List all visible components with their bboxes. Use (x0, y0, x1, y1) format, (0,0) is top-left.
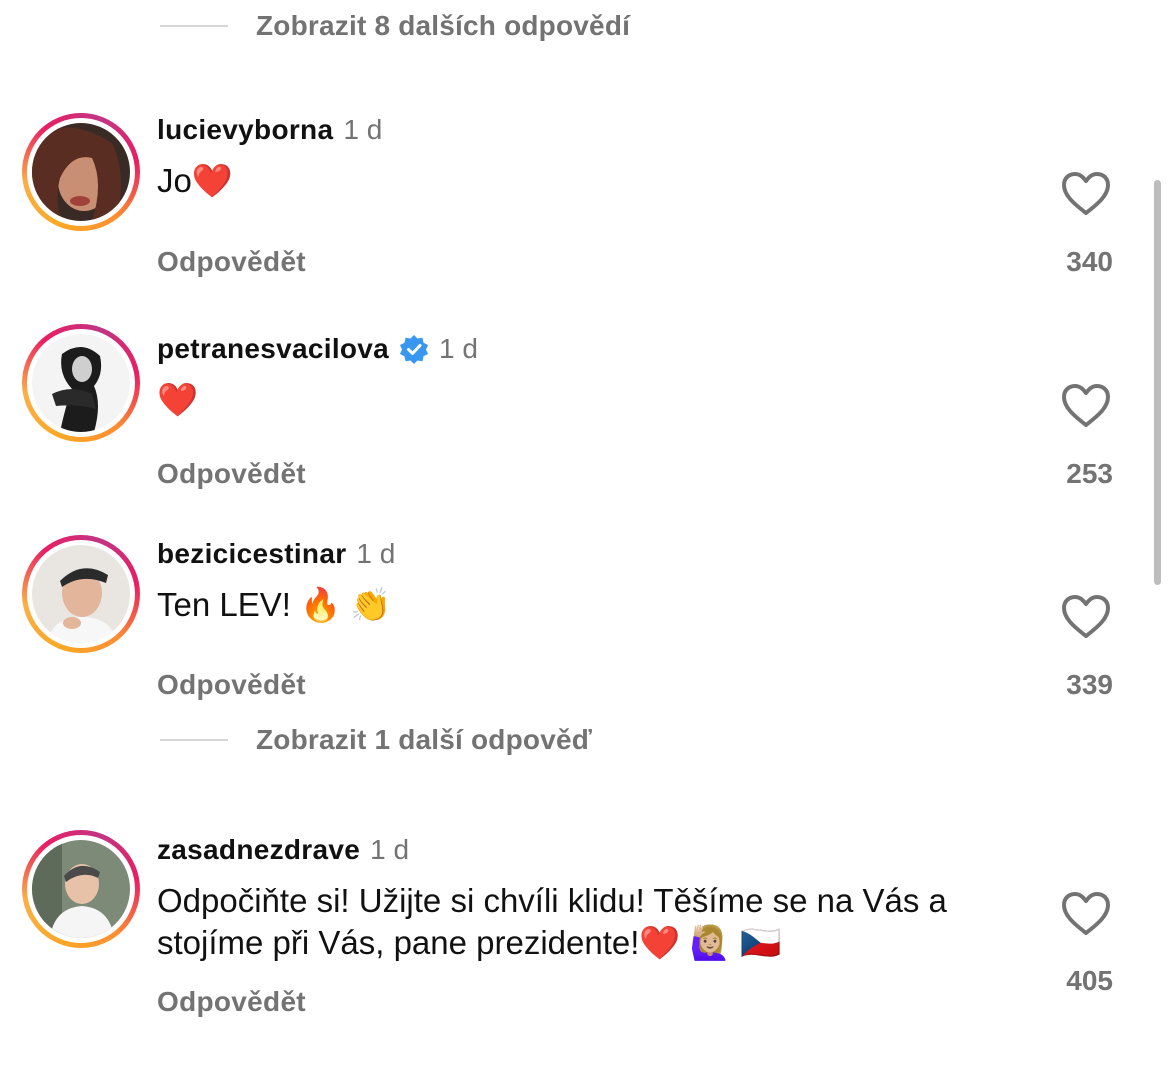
like-button[interactable] (1060, 593, 1112, 641)
heart-outline-icon (1062, 595, 1110, 638)
avatar-story-ring[interactable] (22, 324, 140, 442)
like-count: 405 (1066, 965, 1113, 996)
comment-meta: petranesvacilova 1 d (157, 333, 478, 365)
avatar[interactable] (32, 334, 130, 432)
comment-meta: zasadnezdrave 1 d (157, 834, 409, 866)
like-button[interactable] (1060, 170, 1112, 218)
avatar-story-ring[interactable] (22, 535, 140, 653)
divider-line (160, 25, 228, 27)
reply-button[interactable]: Odpovědět (157, 986, 306, 1018)
avatar[interactable] (32, 545, 130, 643)
avatar[interactable] (32, 123, 130, 221)
view-more-replies-label[interactable]: Zobrazit 8 dalších odpovědí (256, 10, 630, 42)
heart-outline-icon (1062, 172, 1110, 215)
view-more-replies-mid[interactable]: Zobrazit 1 další odpověď (160, 724, 592, 756)
like-button[interactable] (1060, 890, 1112, 938)
comment-username[interactable]: lucievyborna (157, 114, 333, 146)
comment-username[interactable]: petranesvacilova (157, 333, 389, 365)
verified-badge-icon (399, 334, 429, 364)
comment-time: 1 d (370, 834, 410, 865)
like-count: 340 (1066, 246, 1113, 277)
avatar-story-ring[interactable] (22, 113, 140, 231)
view-more-replies-label[interactable]: Zobrazit 1 další odpověď (256, 724, 592, 756)
like-count: 253 (1066, 458, 1113, 489)
avatar[interactable] (32, 840, 130, 938)
comment-time: 1 d (439, 333, 478, 364)
comments-thread: Zobrazit 8 dalších odpovědí lucievyborna… (0, 0, 1169, 1069)
like-count: 339 (1066, 669, 1113, 700)
divider-line (160, 739, 228, 741)
reply-button[interactable]: Odpovědět (157, 669, 306, 701)
comment-time: 1 d (343, 114, 383, 145)
comment-text: Jo❤️ (157, 162, 233, 199)
comment-text: Odpočiňte si! Užijte si chvíli klidu! Tě… (157, 882, 947, 961)
scrollbar[interactable] (1154, 180, 1161, 585)
comment-meta: lucievyborna 1 d (157, 114, 382, 146)
comment-text: Ten LEV! 🔥 👏 (157, 586, 392, 623)
heart-outline-icon (1062, 384, 1110, 427)
comment-username[interactable]: zasadnezdrave (157, 834, 360, 866)
reply-button[interactable]: Odpovědět (157, 246, 306, 278)
heart-outline-icon (1062, 892, 1110, 935)
comment-meta: bezicicestinar 1 d (157, 538, 395, 570)
reply-button[interactable]: Odpovědět (157, 458, 306, 490)
comment-time: 1 d (356, 538, 396, 569)
view-more-replies-top[interactable]: Zobrazit 8 dalších odpovědí (160, 10, 630, 42)
comment-username[interactable]: bezicicestinar (157, 538, 346, 570)
avatar-story-ring[interactable] (22, 830, 140, 948)
like-button[interactable] (1060, 382, 1112, 430)
comment-text: ❤️ (157, 381, 199, 418)
